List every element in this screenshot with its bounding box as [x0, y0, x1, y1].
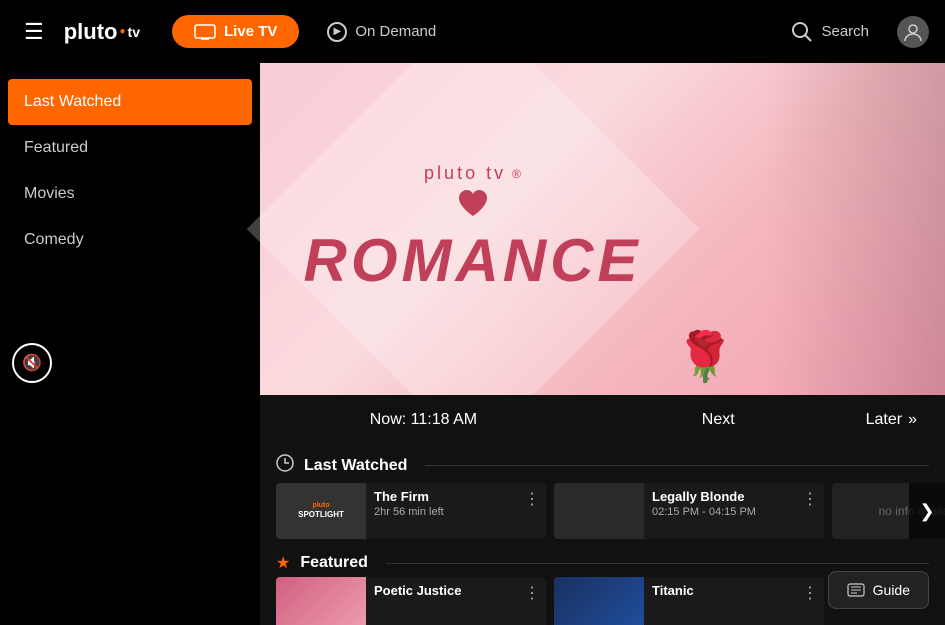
- roses-decoration: 🌹: [675, 328, 735, 385]
- the-firm-title: The Firm: [374, 489, 538, 504]
- hero-content: pluto tv ® ROMANCE: [304, 163, 642, 295]
- user-icon: [903, 22, 923, 42]
- poetic-justice-img: [276, 577, 366, 625]
- search-icon: [791, 21, 813, 43]
- legally-blonde-title: Legally Blonde: [652, 489, 816, 504]
- now-label: Now: 11:18 AM: [370, 411, 477, 428]
- last-watched-cards: pluto SPOTLIGHT The Firm 2hr 56 min left…: [260, 483, 945, 539]
- titanic-menu[interactable]: ⋮: [802, 583, 818, 603]
- romance-text: ROMANCE: [304, 226, 642, 295]
- legally-blonde-info: Legally Blonde 02:15 PM - 04:15 PM: [644, 483, 824, 539]
- play-icon: ▶: [327, 22, 347, 42]
- next-label: Next: [702, 411, 735, 428]
- the-firm-info: The Firm 2hr 56 min left: [366, 483, 546, 539]
- poetic-justice-info: Poetic Justice: [366, 577, 546, 625]
- legally-blonde-thumbnail: [554, 483, 644, 539]
- card-poetic-justice[interactable]: Poetic Justice ⋮: [276, 577, 546, 625]
- logo-dot: ●: [120, 26, 126, 37]
- logo-text: pluto●tv: [64, 19, 140, 45]
- last-watched-line: [425, 465, 929, 466]
- poetic-justice-title: Poetic Justice: [374, 583, 538, 598]
- the-firm-thumbnail: pluto SPOTLIGHT: [276, 483, 366, 539]
- romance-logo: pluto tv ® ROMANCE: [304, 163, 642, 295]
- last-watched-next-button[interactable]: ❯: [909, 483, 945, 539]
- user-avatar[interactable]: [897, 16, 929, 48]
- search-area[interactable]: Search: [791, 21, 869, 43]
- hamburger-icon: ☰: [24, 19, 44, 44]
- mute-icon: 🔇: [22, 353, 42, 373]
- hero-right-fade: [765, 63, 945, 395]
- sidebar-item-movies[interactable]: Movies: [0, 171, 260, 217]
- legally-blonde-subtitle: 02:15 PM - 04:15 PM: [652, 506, 816, 518]
- last-watched-section: Last Watched pluto SPOTLIGHT The Firm 2h…: [260, 444, 945, 539]
- the-firm-subtitle: 2hr 56 min left: [374, 506, 538, 518]
- history-icon: [276, 454, 294, 477]
- next-section: Next: [571, 411, 866, 429]
- poetic-justice-menu[interactable]: ⋮: [524, 583, 540, 603]
- logo: pluto●tv: [64, 19, 140, 45]
- last-watched-title: Last Watched: [304, 457, 407, 475]
- on-demand-button[interactable]: ▶ On Demand: [311, 14, 452, 50]
- poetic-justice-thumbnail: [276, 577, 366, 625]
- sidebar-item-comedy[interactable]: Comedy: [0, 217, 260, 263]
- mute-button[interactable]: 🔇: [12, 343, 52, 383]
- sidebar-item-last-watched[interactable]: Last Watched: [8, 79, 252, 125]
- card-legally-blonde[interactable]: Legally Blonde 02:15 PM - 04:15 PM ⋮: [554, 483, 824, 539]
- live-tv-button[interactable]: Live TV: [172, 15, 299, 48]
- star-icon: ★: [276, 553, 290, 573]
- live-tv-icon: [194, 24, 216, 40]
- content-area: Last Watched pluto SPOTLIGHT The Firm 2h…: [260, 444, 945, 625]
- now-bar: Now: 11:18 AM Next Later »: [260, 395, 945, 445]
- guide-button[interactable]: Guide: [828, 571, 929, 609]
- later-label: Later: [866, 411, 902, 429]
- sidebar-item-featured[interactable]: Featured: [0, 125, 260, 171]
- legally-blonde-menu[interactable]: ⋮: [802, 489, 818, 509]
- titanic-title: Titanic: [652, 583, 816, 598]
- the-firm-menu[interactable]: ⋮: [524, 489, 540, 509]
- next-arrow-icon: ❯: [919, 501, 934, 522]
- titanic-info: Titanic: [644, 577, 824, 625]
- heart-icon: [455, 186, 491, 222]
- featured-title: Featured: [300, 554, 368, 572]
- guide-label: Guide: [873, 582, 910, 598]
- card-the-firm[interactable]: pluto SPOTLIGHT The Firm 2hr 56 min left…: [276, 483, 546, 539]
- titanic-thumbnail: [554, 577, 644, 625]
- pluto-tv-label: pluto tv: [424, 163, 506, 184]
- card-titanic[interactable]: Titanic ⋮: [554, 577, 824, 625]
- guide-icon: [847, 583, 865, 597]
- later-section[interactable]: Later »: [866, 411, 929, 429]
- top-navigation: ☰ pluto●tv Live TV ▶ On Demand Search: [0, 0, 945, 63]
- later-arrows-icon: »: [908, 411, 917, 429]
- now-section: Now: 11:18 AM: [276, 411, 571, 429]
- last-watched-header: Last Watched: [260, 444, 945, 483]
- featured-line: [386, 563, 929, 564]
- hamburger-button[interactable]: ☰: [16, 15, 52, 49]
